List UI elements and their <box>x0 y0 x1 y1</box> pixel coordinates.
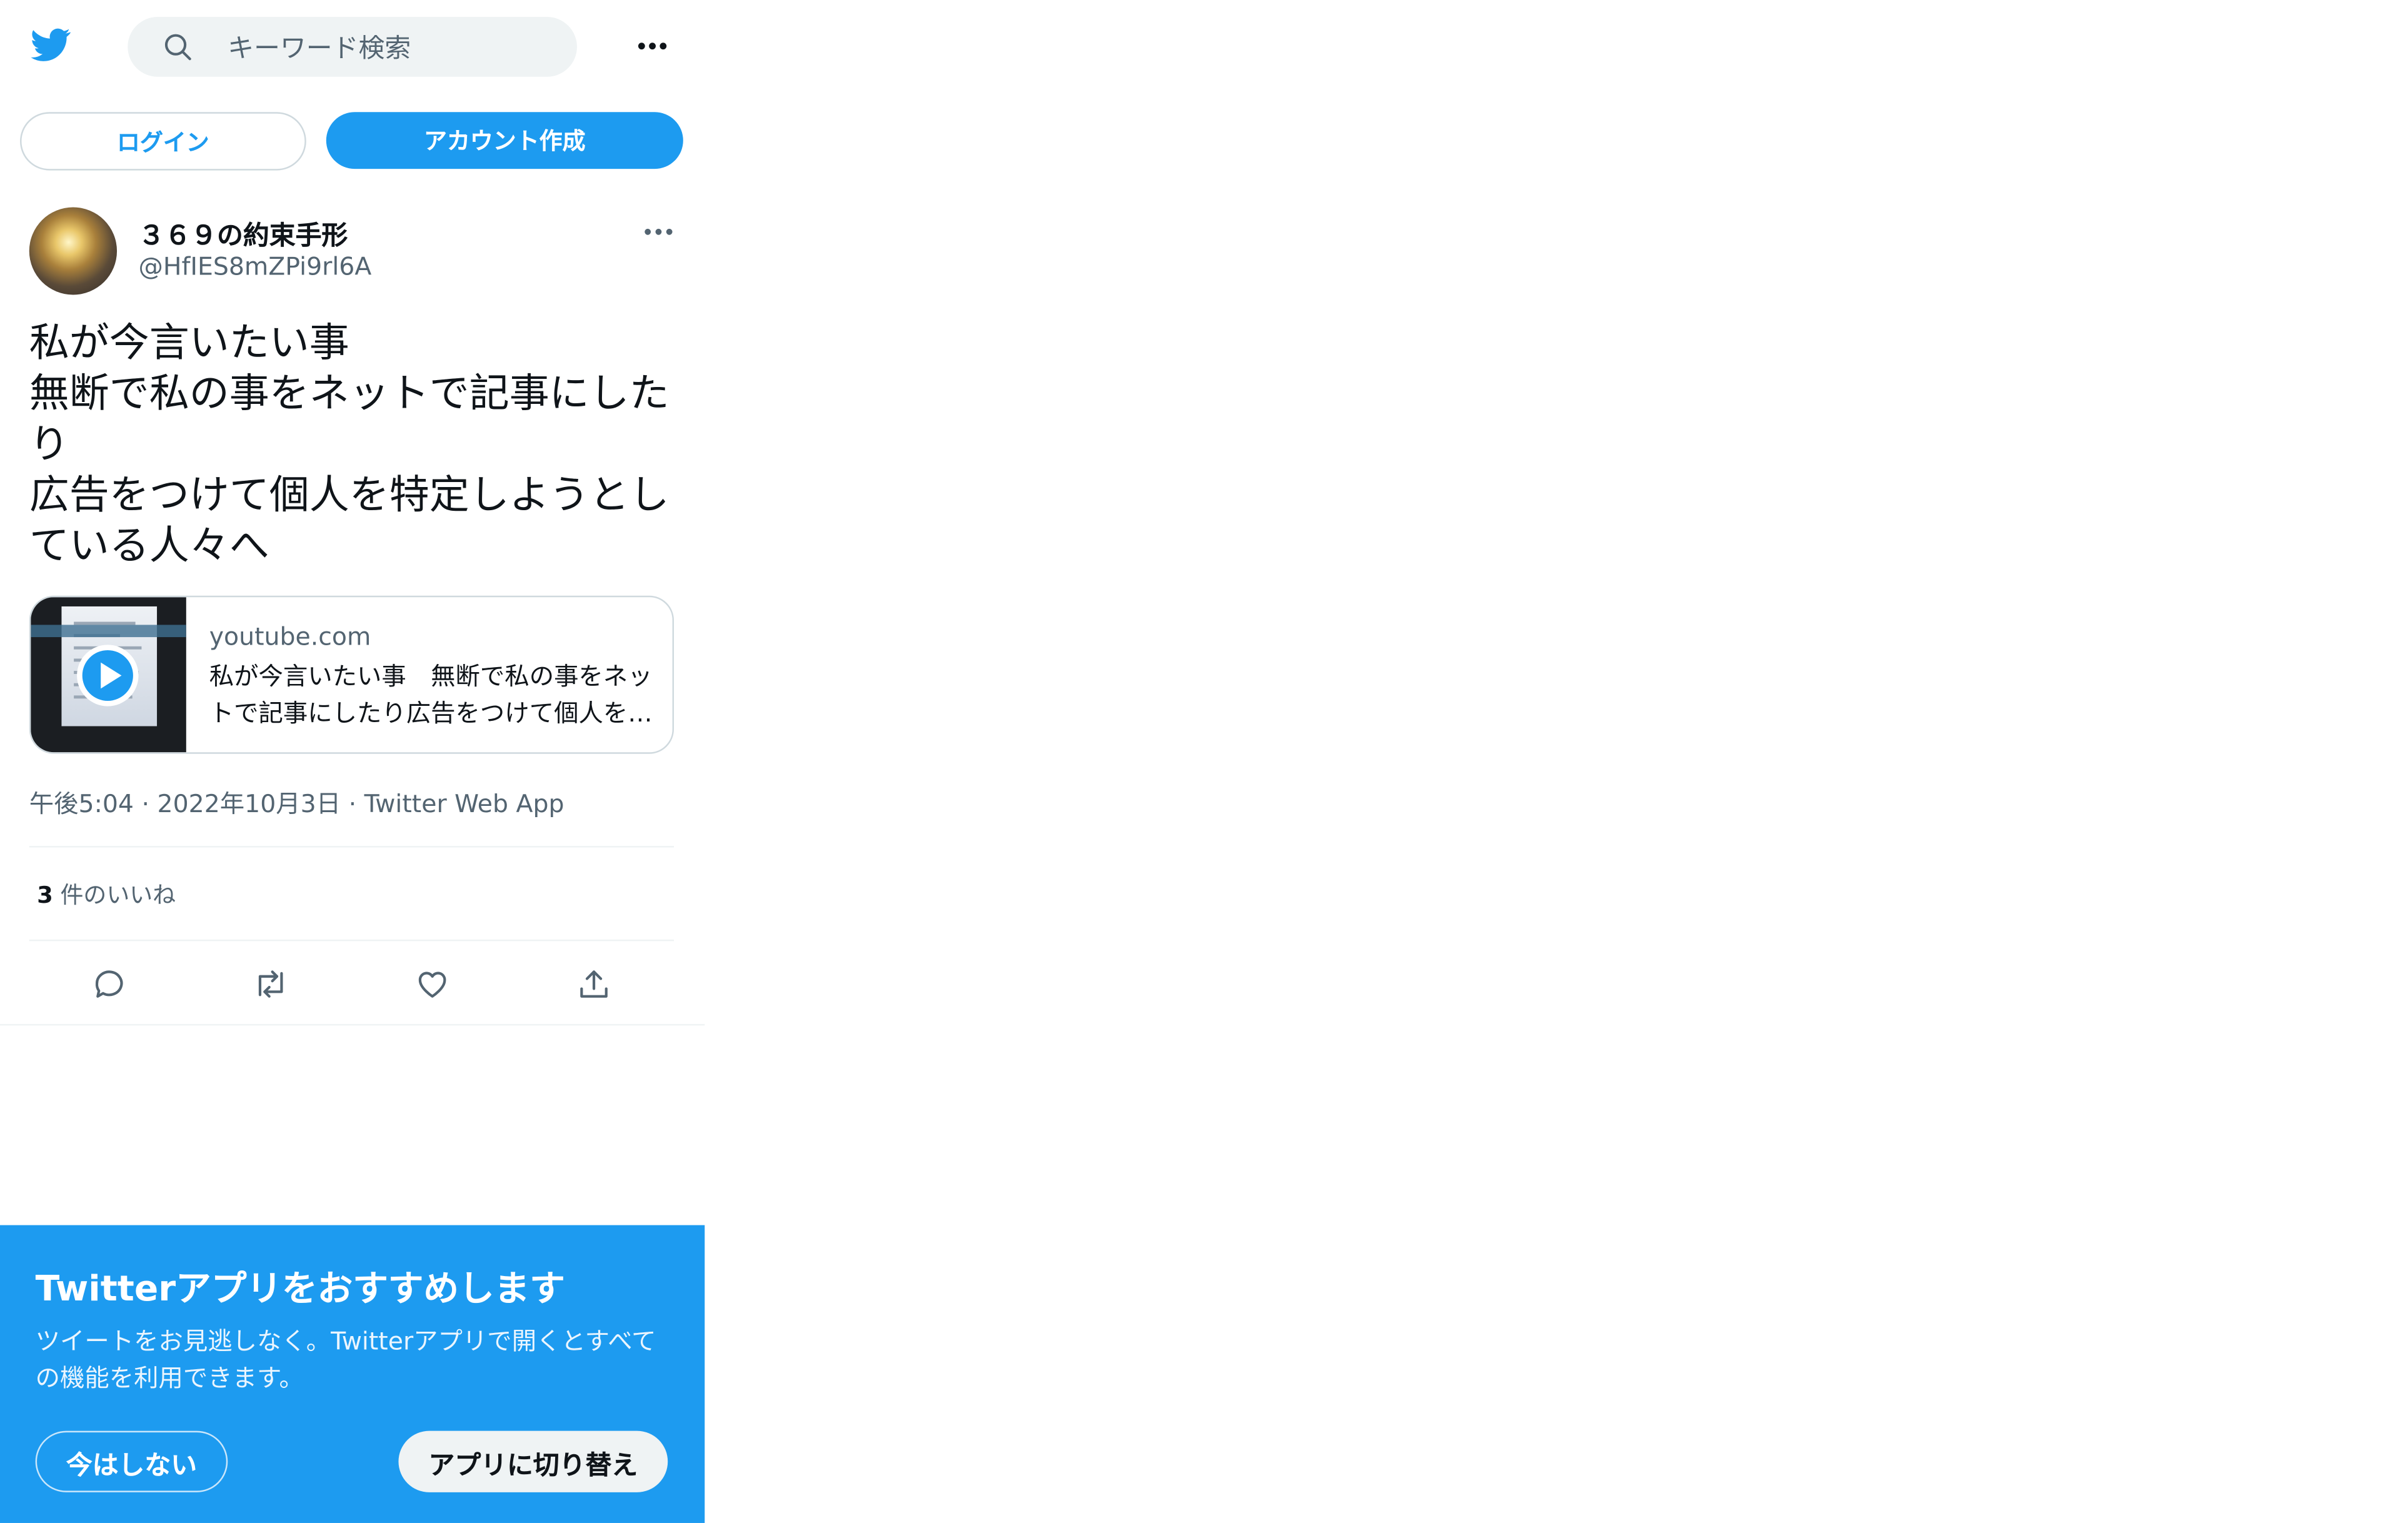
tweet-meta: 午後5:04 · 2022年10月3日 · Twitter Web App <box>29 783 564 820</box>
avatar[interactable] <box>29 207 118 295</box>
app-banner: Twitterアプリをおすすめします ツイートをお見逃しなく。Twitterアプ… <box>0 1225 705 1523</box>
card-thumbnail[interactable] <box>31 597 186 753</box>
likes-label: 件のいいね <box>53 881 176 909</box>
search-input[interactable] <box>224 26 554 71</box>
meta-separator: · <box>141 789 158 818</box>
tweet-more-icon[interactable] <box>640 216 677 247</box>
likes-number: 3 <box>37 881 53 909</box>
link-card[interactable]: youtube.com 私が今言いたい事 無断で私の事をネットで記事にしたり広告… <box>29 595 675 754</box>
tweet-text: 私が今言いたい事 無断で私の事をネットで記事にしたり 広告をつけて個人を特定しよ… <box>29 321 670 570</box>
banner-title: Twitterアプリをおすすめします <box>35 1269 565 1310</box>
play-icon[interactable] <box>76 643 140 708</box>
divider <box>29 846 675 848</box>
meta-separator: · <box>348 789 364 818</box>
author-handle[interactable]: @HfIES8mZPi9rl6A <box>139 252 372 281</box>
like-icon[interactable] <box>411 963 454 1006</box>
login-button[interactable]: ログイン <box>19 112 306 171</box>
search-icon <box>164 34 191 61</box>
divider <box>29 939 675 942</box>
likes-count[interactable]: 3 件のいいね <box>37 878 176 911</box>
tweet-source[interactable]: Twitter Web App <box>364 789 564 818</box>
more-horizontal-icon[interactable] <box>634 31 671 61</box>
card-title: 私が今言いたい事 無断で私の事をネットで記事にしたり広告をつけて個人を特定しよう… <box>209 661 653 728</box>
card-domain: youtube.com <box>209 621 371 651</box>
author-display-name[interactable]: ３６９の約束手形 <box>139 213 348 252</box>
retweet-icon[interactable] <box>249 963 293 1006</box>
divider <box>0 1023 705 1026</box>
reply-icon[interactable] <box>88 963 131 1006</box>
tweet-date[interactable]: 2022年10月3日 <box>158 789 341 818</box>
page: ログイン アカウント作成 ３６９の約束手形 @HfIES8mZPi9rl6A 私… <box>0 0 2408 1523</box>
switch-to-app-button[interactable]: アプリに切り替え <box>398 1430 668 1492</box>
share-icon[interactable] <box>573 963 616 1006</box>
not-now-button[interactable]: 今はしない <box>35 1430 228 1492</box>
search-box[interactable] <box>128 17 577 77</box>
twitter-bird-icon[interactable] <box>28 24 74 64</box>
main-column: ログイン アカウント作成 ３６９の約束手形 @HfIES8mZPi9rl6A 私… <box>0 0 705 1523</box>
banner-body: ツイートをお見逃しなく。Twitterアプリで開くとすべての機能を利用できます。 <box>35 1326 656 1393</box>
tweet-time[interactable]: 午後5:04 <box>29 789 134 818</box>
thumbnail-band <box>31 625 186 638</box>
signup-button[interactable]: アカウント作成 <box>326 112 683 169</box>
